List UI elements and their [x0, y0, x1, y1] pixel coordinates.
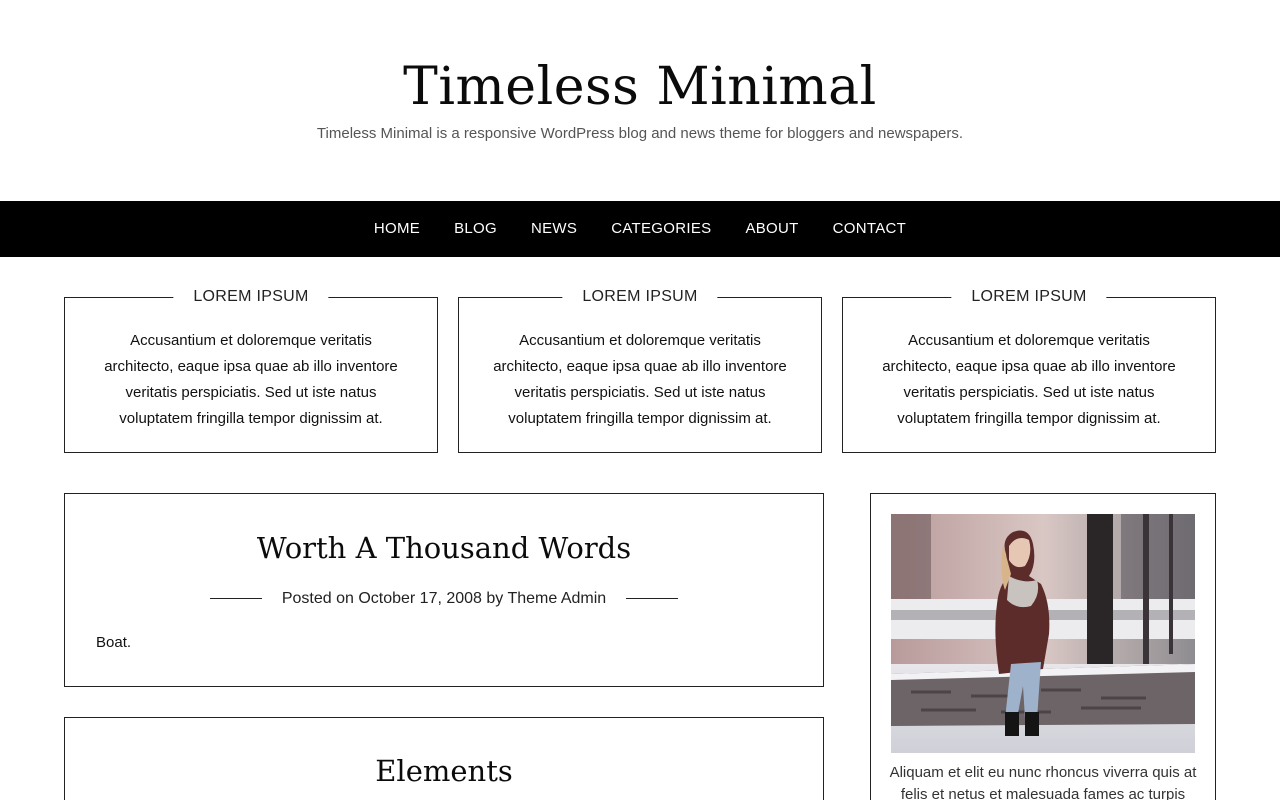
site-description: Timeless Minimal is a responsive WordPre…	[316, 125, 964, 142]
site-header: Timeless Minimal Timeless Minimal is a r…	[0, 0, 1280, 201]
nav-item-home[interactable]: HOME	[374, 201, 420, 257]
meta-prefix: Posted on	[281, 590, 359, 607]
feature-box-1: LOREM IPSUM Accusantium et doloremque ve…	[64, 287, 438, 453]
nav-item-about[interactable]: ABOUT	[745, 201, 798, 257]
post-excerpt: Boat.	[96, 634, 132, 651]
widget-caption: Aliquam et elit eu nunc rhoncus viverra …	[889, 764, 1197, 800]
widget-image[interactable]	[891, 514, 1195, 753]
main-navigation: HOME BLOG NEWS CATEGORIES ABOUT CONTACT	[0, 201, 1280, 257]
nav-item-news[interactable]: NEWS	[531, 201, 577, 257]
feature-box-2: LOREM IPSUM Accusantium et doloremque ve…	[458, 287, 822, 453]
site-title[interactable]: Timeless Minimal	[0, 56, 1280, 118]
post-date-link[interactable]: October 17, 2008	[358, 590, 482, 607]
post-title[interactable]: Worth A Thousand Words	[65, 529, 823, 567]
feature-title: LOREM IPSUM	[951, 287, 1107, 307]
nav-item-blog[interactable]: BLOG	[454, 201, 497, 257]
post-card: Worth A Thousand Words Posted on October…	[64, 493, 824, 687]
feature-text: Accusantium et doloremque veritatis arch…	[882, 332, 1176, 427]
post-author-link[interactable]: Theme Admin	[507, 590, 606, 607]
nav-item-contact[interactable]: CONTACT	[833, 201, 906, 257]
feature-title: LOREM IPSUM	[562, 287, 718, 307]
feature-text: Accusantium et doloremque veritatis arch…	[493, 332, 787, 427]
meta-by: by	[481, 590, 508, 607]
feature-title: LOREM IPSUM	[173, 287, 329, 307]
post-meta: Posted on October 17, 2008 by Theme Admi…	[65, 588, 823, 610]
post-card: Elements	[64, 717, 824, 800]
meta-divider-right	[626, 598, 679, 600]
feature-box-3: LOREM IPSUM Accusantium et doloremque ve…	[842, 287, 1216, 453]
nav-item-categories[interactable]: CATEGORIES	[611, 201, 711, 257]
feature-text: Accusantium et doloremque veritatis arch…	[104, 332, 398, 427]
post-title[interactable]: Elements	[65, 752, 823, 790]
sidebar-image-widget: Aliquam et elit eu nunc rhoncus viverra …	[870, 493, 1216, 800]
meta-divider-left	[209, 598, 262, 600]
